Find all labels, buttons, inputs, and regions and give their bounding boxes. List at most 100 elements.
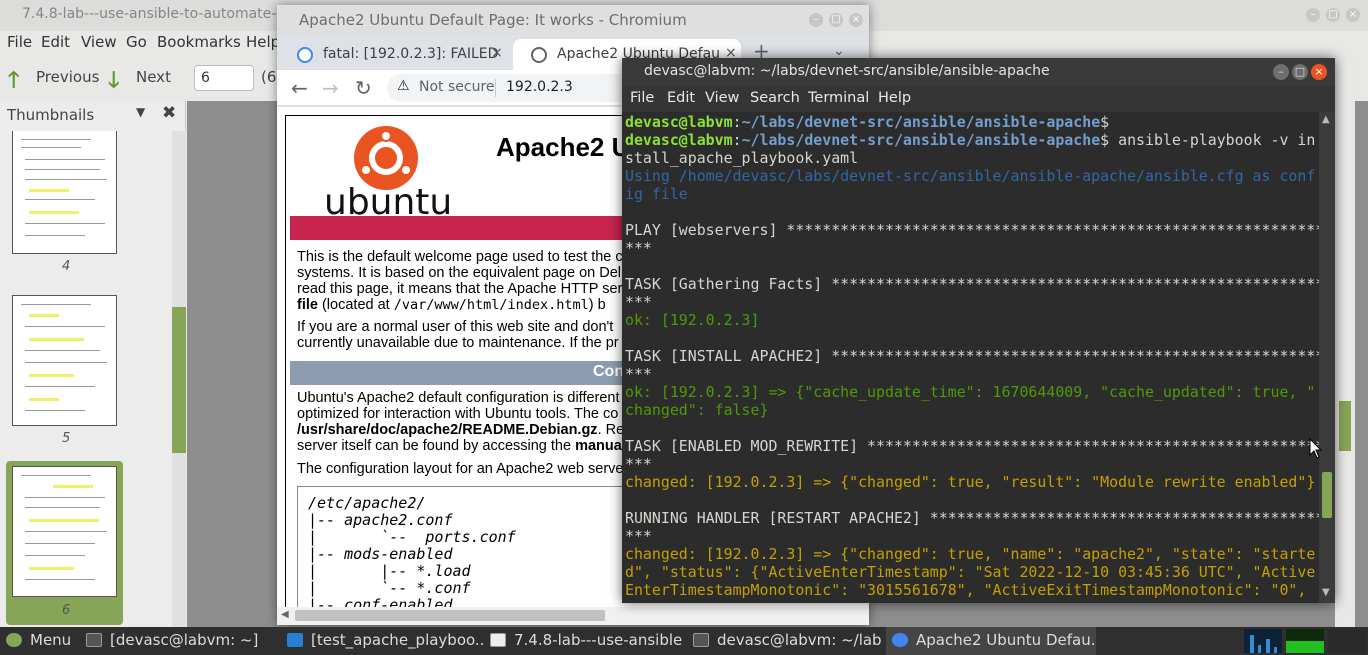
output-line: changed: [192.0.2.3] => {"changed": true… <box>625 473 1316 491</box>
sidebar-title: Thumbnails <box>7 106 95 124</box>
terminal-scroll-thumb[interactable] <box>1322 472 1332 518</box>
network-graph <box>1328 629 1366 653</box>
browser-title: Apache2 Ubuntu Default Page: It works - … <box>277 5 869 35</box>
taskbar-item-terminal-ansible[interactable]: devasc@labvm: ~/labs... <box>693 627 881 655</box>
menu-help[interactable]: Help <box>246 33 280 51</box>
minimize-icon[interactable]: – <box>1273 64 1289 80</box>
page-thumbnail-6[interactable] <box>12 466 117 597</box>
tab-search-chevron-icon[interactable]: ⌄ <box>833 43 845 59</box>
terminal-icon <box>693 633 709 647</box>
minimize-icon[interactable]: – <box>1306 8 1320 22</box>
menu-terminal[interactable]: Terminal <box>808 90 869 106</box>
close-icon[interactable]: × <box>1311 64 1327 80</box>
next-button[interactable]: Next <box>136 68 171 86</box>
menu-help[interactable]: Help <box>878 90 911 106</box>
close-sidebar-icon[interactable]: ✖ <box>162 103 176 123</box>
previous-button[interactable]: Previous <box>36 68 99 86</box>
output-line: *** <box>625 239 652 257</box>
output-line: d", "status": {"ActiveEnterTimestamp": "… <box>625 563 1316 581</box>
terminal-output[interactable]: devasc@labvm:~/labs/devnet-src/ansible/a… <box>622 112 1319 603</box>
menu-bookmarks[interactable]: Bookmarks <box>157 33 241 51</box>
menu-view[interactable]: View <box>705 90 739 106</box>
taskbar-item-terminal-home[interactable]: [devasc@labvm: ~] <box>86 627 276 655</box>
thumbnails-scrollbar[interactable] <box>172 131 186 627</box>
output-line: changed: [192.0.2.3] => {"changed": true… <box>625 545 1316 563</box>
menu-edit[interactable]: Edit <box>667 90 695 106</box>
output-line: RUNNING HANDLER [RESTART APACHE2] ******… <box>625 509 1319 527</box>
address-divider <box>495 79 496 97</box>
terminal-scrollbar[interactable]: ▲ ▼ <box>1319 112 1335 603</box>
start-menu-label: Menu <box>30 631 72 649</box>
back-arrow-icon[interactable]: ← <box>291 76 308 100</box>
close-tab-icon[interactable]: × <box>491 45 503 61</box>
menu-edit[interactable]: Edit <box>41 33 70 51</box>
output-line: EnterTimestampMonotonic": "3015561678", … <box>625 581 1307 599</box>
ubuntu-logo-icon <box>354 126 418 190</box>
maximize-icon[interactable]: □ <box>829 13 843 27</box>
chevron-down-icon[interactable]: ▼ <box>136 105 145 119</box>
thumbnail-label-5: 5 <box>62 431 71 446</box>
terminal-title: devasc@labvm: ~/labs/devnet-src/ansible/… <box>622 58 1335 86</box>
maximize-icon[interactable]: □ <box>1326 8 1340 22</box>
close-icon[interactable]: × <box>1346 8 1360 22</box>
arrow-up-icon[interactable]: 🡑 <box>8 63 19 101</box>
horizontal-scroll-thumb[interactable] <box>295 610 605 621</box>
terminal-icon <box>86 633 102 647</box>
tab-fatal[interactable]: fatal: [192.0.2.3]: FAILED × <box>279 39 511 70</box>
page-thumbnail-5[interactable] <box>12 295 117 426</box>
output-line: ok: [192.0.2.3] => {"cache_update_time":… <box>625 383 1316 401</box>
forward-arrow-icon[interactable]: → <box>322 76 339 100</box>
vscode-icon <box>287 633 303 647</box>
warning-icon[interactable]: ⚠ <box>397 78 410 94</box>
page-horizontal-scrollbar[interactable]: ◀ <box>277 607 869 625</box>
output-line: ig file <box>625 185 688 203</box>
scroll-up-icon[interactable]: ▲ <box>1322 114 1330 125</box>
terminal-window: devasc@labvm: ~/labs/devnet-src/ansible/… <box>622 58 1335 603</box>
output-line: TASK [Gathering Facts] *****************… <box>625 275 1319 293</box>
maximize-icon[interactable]: □ <box>1292 64 1308 80</box>
taskbar: Menu [devasc@labvm: ~] [test_apache_play… <box>0 627 1368 655</box>
taskbar-item-pdf[interactable]: 7.4.8-lab---use-ansible-... <box>490 627 682 655</box>
output-line: changed": false} <box>625 401 769 419</box>
cpu-graph <box>1244 629 1282 653</box>
taskbar-item-vscode[interactable]: [test_apache_playboo... <box>287 627 483 655</box>
page-total-label: (6 <box>261 68 277 86</box>
page-heading: Apache2 U <box>496 132 631 162</box>
mouse-cursor-icon <box>1309 438 1323 459</box>
arrow-down-icon[interactable]: 🡓 <box>108 63 119 101</box>
page-thumbnail-4[interactable] <box>12 131 117 254</box>
output-line: *** <box>625 293 652 311</box>
page-number-input[interactable] <box>194 65 254 91</box>
chromium-icon <box>892 633 908 647</box>
menu-go[interactable]: Go <box>126 33 147 51</box>
menu-view[interactable]: View <box>81 33 117 51</box>
output-line: Using /home/devasc/labs/devnet-src/ansib… <box>625 167 1316 185</box>
memory-graph <box>1286 629 1324 653</box>
thumbnail-label-6: 6 <box>62 603 71 618</box>
menu-file[interactable]: File <box>630 90 654 106</box>
google-icon <box>297 47 313 63</box>
menu-file[interactable]: File <box>7 33 32 51</box>
output-line: TASK [INSTALL APACHE2] *****************… <box>625 347 1319 365</box>
start-menu-button[interactable]: Menu <box>6 627 82 655</box>
output-line: *** <box>625 365 652 383</box>
not-secure-label[interactable]: Not secure <box>419 79 495 95</box>
document-scrollbar[interactable] <box>1335 101 1355 627</box>
terminal-menubar: File Edit View Search Terminal Help <box>622 86 1335 112</box>
scroll-left-icon[interactable]: ◀ <box>281 609 289 620</box>
url-text[interactable]: 192.0.2.3 <box>506 79 573 95</box>
document-scroll-thumb[interactable] <box>1339 401 1351 451</box>
minimize-icon[interactable]: – <box>809 13 823 27</box>
reload-icon[interactable]: ↻ <box>355 76 372 100</box>
sidebar-header: Thumbnails ▼ ✖ <box>0 101 186 129</box>
command-line: devasc@labvm:~/labs/devnet-src/ansible/a… <box>625 131 1316 149</box>
taskbar-item-chromium[interactable]: Apache2 Ubuntu Defau... <box>886 627 1096 655</box>
output-line: stall_apache_playbook.yaml <box>625 149 859 167</box>
menu-search[interactable]: Search <box>750 90 800 106</box>
document-icon <box>490 633 506 647</box>
thumbnails-scroll-thumb[interactable] <box>172 307 186 453</box>
close-icon[interactable]: × <box>849 13 863 27</box>
scroll-down-icon[interactable]: ▼ <box>1322 587 1330 598</box>
